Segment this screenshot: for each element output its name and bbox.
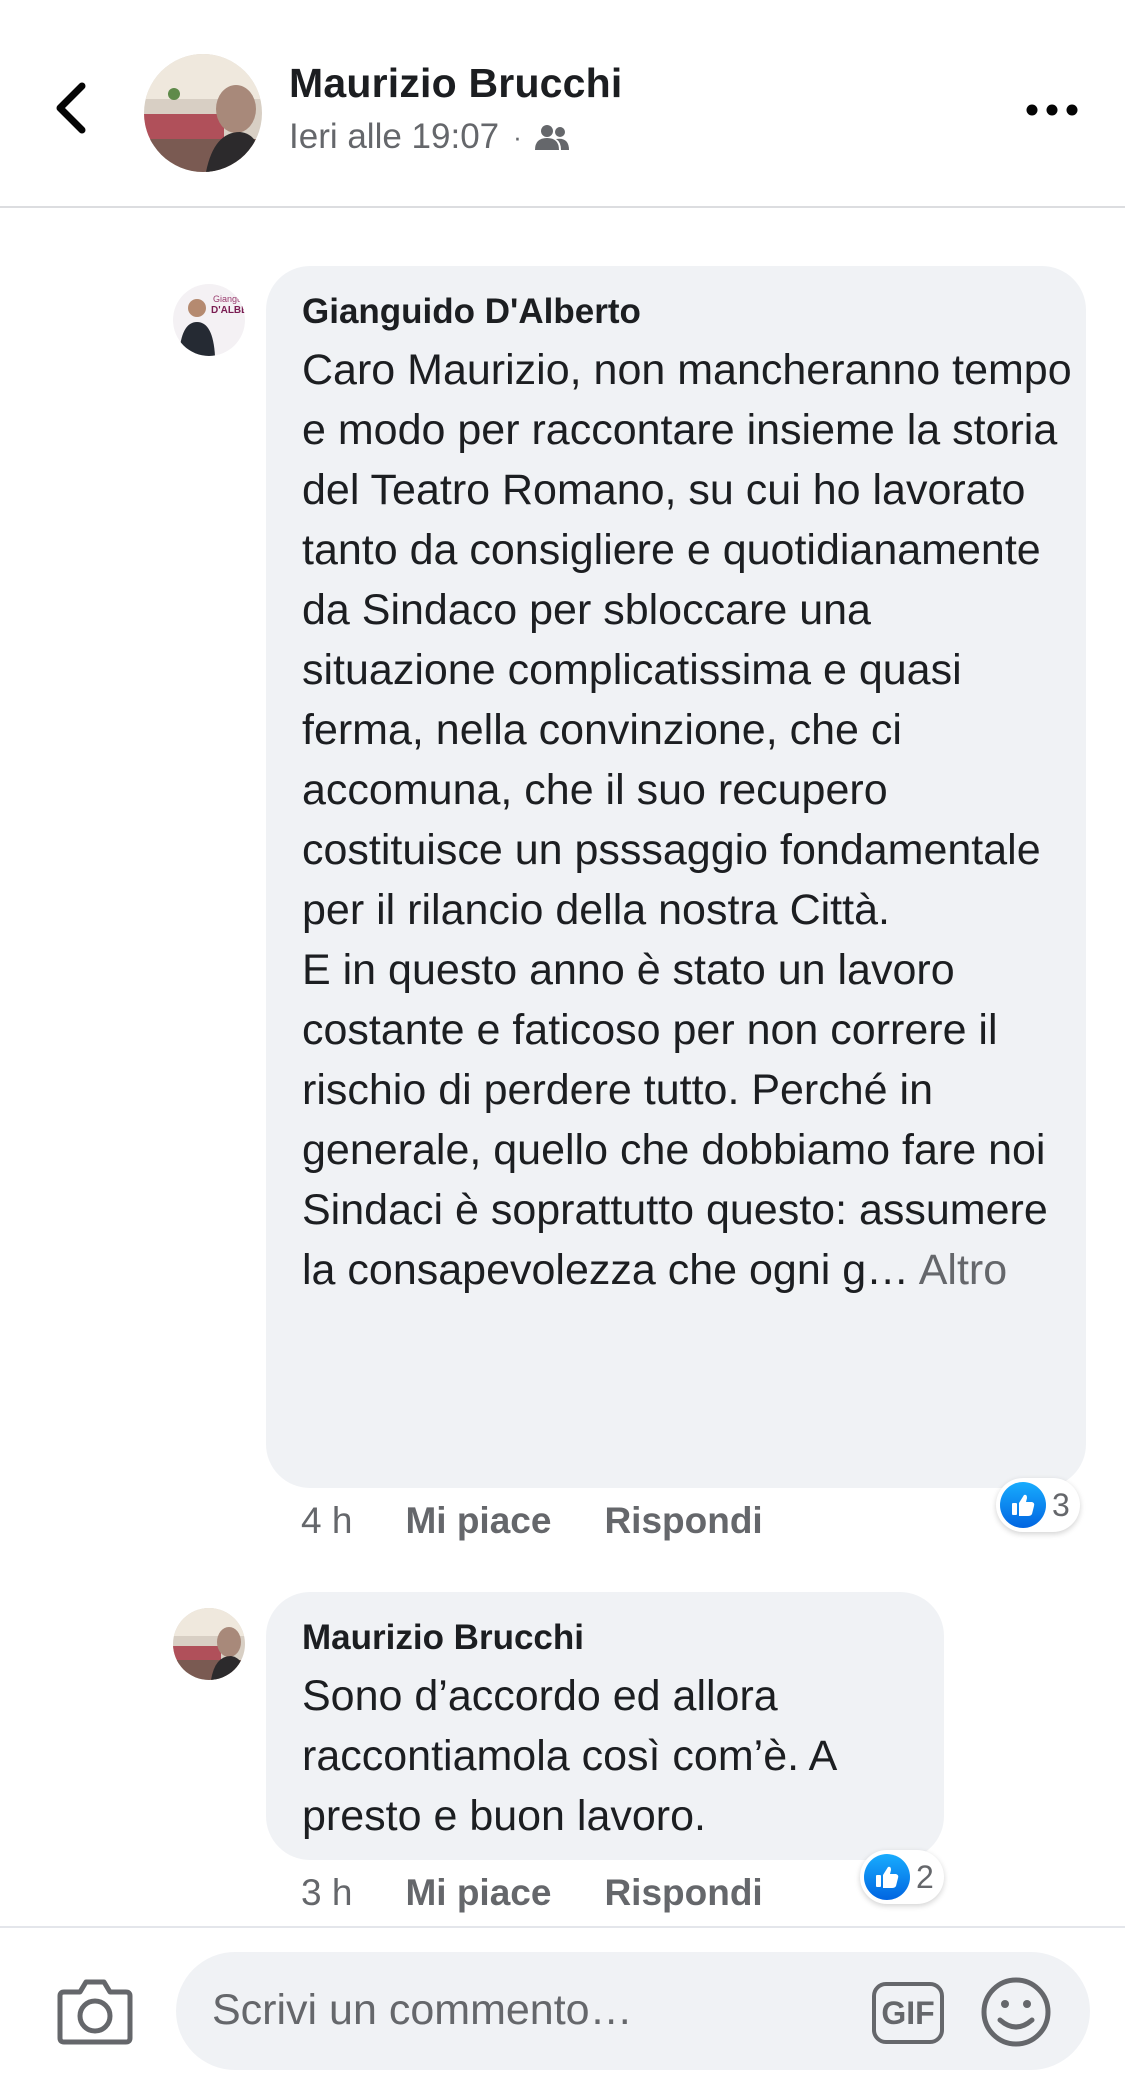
commenter-avatar[interactable]: [173, 1608, 245, 1680]
comment-bubble: Maurizio Brucchi Sono d’accordo ed allor…: [266, 1592, 944, 1860]
author-avatar[interactable]: [144, 54, 262, 172]
reaction-count[interactable]: 3: [996, 1478, 1080, 1532]
comment-composer: Scrivi un commento… GIF: [0, 1926, 1125, 2083]
comment-text: Caro Maurizio, non mancheranno tempo e m…: [302, 340, 1072, 1300]
comment-author[interactable]: Gianguido D'Alberto: [302, 292, 641, 332]
thumbs-up-icon: [1000, 1482, 1046, 1528]
reaction-number: 2: [916, 1858, 934, 1895]
comment-time: 4 h: [301, 1500, 353, 1541]
reply-button[interactable]: Rispondi: [604, 1500, 762, 1542]
reaction-number: 3: [1052, 1486, 1070, 1523]
post-header: Maurizio Brucchi Ieri alle 19:07 ·: [0, 0, 1125, 208]
more-horizontal-icon: [1026, 104, 1078, 116]
comment-actions: 4 h Mi piace Rispondi: [301, 1500, 816, 1542]
like-button[interactable]: Mi piace: [405, 1872, 551, 1914]
like-button[interactable]: Mi piace: [405, 1500, 551, 1542]
gif-button[interactable]: GIF: [872, 1982, 944, 2044]
smiley-icon: [981, 1977, 1051, 2047]
reply-button[interactable]: Rispondi: [604, 1872, 762, 1914]
svg-text:D'ALBERTO: D'ALBERTO: [211, 305, 245, 316]
camera-icon: [57, 1979, 133, 2045]
comment-body: Sono d’accordo ed allora raccontiamola c…: [302, 1672, 835, 1840]
thumbs-up-icon: [864, 1854, 910, 1900]
comment-input[interactable]: Scrivi un commento… GIF: [176, 1952, 1090, 2070]
more-options-button[interactable]: [1022, 90, 1082, 130]
chevron-left-icon: [56, 82, 86, 134]
back-button[interactable]: [42, 80, 98, 136]
see-more-link[interactable]: Altro: [919, 1246, 1007, 1294]
commenter-avatar[interactable]: Gianguido D'ALBERTO: [173, 284, 245, 356]
camera-button[interactable]: [56, 1976, 134, 2046]
comment-time: 3 h: [301, 1872, 353, 1913]
friends-icon: [534, 125, 569, 150]
comment-body: Caro Maurizio, non mancheranno tempo e m…: [302, 346, 1072, 1294]
comment-placeholder: Scrivi un commento…: [212, 1986, 633, 2034]
svg-text:Gianguido: Gianguido: [213, 294, 245, 304]
post-author-name[interactable]: Maurizio Brucchi: [289, 60, 623, 107]
comment-bubble: Gianguido D'Alberto Caro Maurizio, non m…: [266, 266, 1086, 1488]
reaction-count[interactable]: 2: [860, 1850, 944, 1904]
emoji-button[interactable]: [980, 1976, 1052, 2048]
comment-author[interactable]: Maurizio Brucchi: [302, 1618, 584, 1658]
post-meta: Ieri alle 19:07 ·: [289, 117, 570, 157]
comment-actions: 3 h Mi piace Rispondi: [301, 1872, 816, 1914]
meta-separator: ·: [513, 121, 522, 152]
post-timestamp[interactable]: Ieri alle 19:07: [289, 117, 499, 157]
